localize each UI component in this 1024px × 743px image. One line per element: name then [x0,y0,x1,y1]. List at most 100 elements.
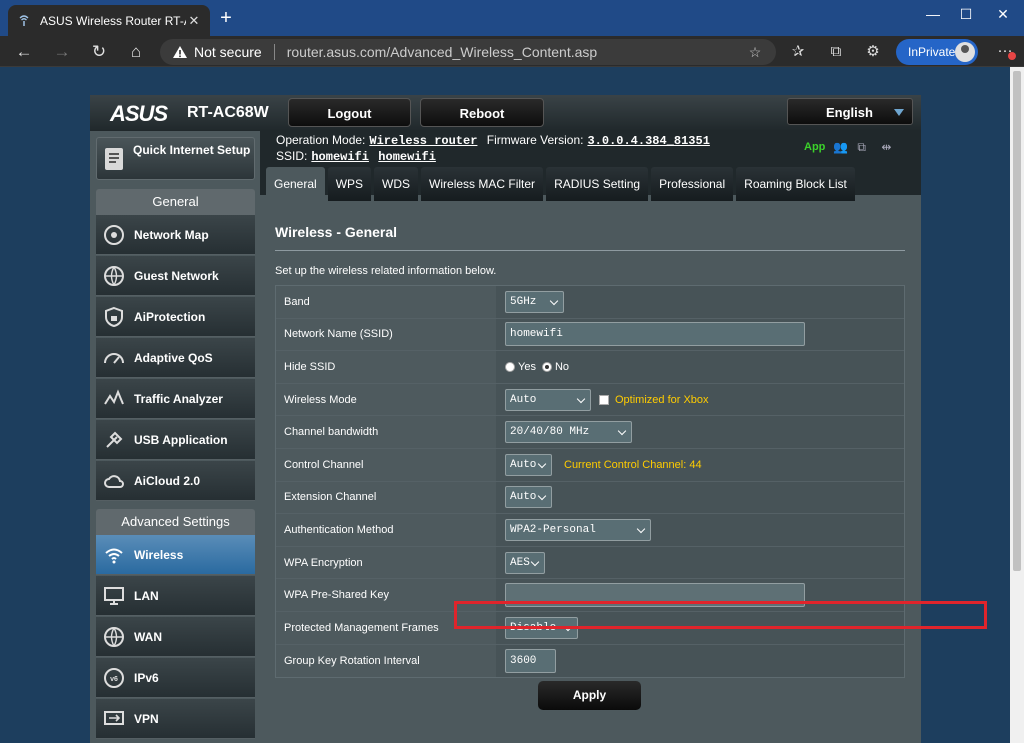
back-button[interactable]: ← [12,40,36,64]
tab-radius-setting[interactable]: RADIUS Setting [546,167,649,201]
extension-channel-select[interactable]: Auto [505,486,552,509]
tab-wds[interactable]: WDS [374,167,419,201]
forward-button[interactable]: → [50,40,74,64]
address-bar: ← → ↻ ⌂ Not secure router.asus.com/Advan… [0,36,1024,67]
wpa-encryption-value: AES [510,556,530,569]
wifi-icon [102,543,126,567]
add-favorite-icon[interactable]: ☆ [746,44,764,61]
chevron-down-icon [530,557,540,566]
scrollbar-thumb[interactable] [1013,71,1021,571]
table-row: Hide SSID Yes No [276,351,904,384]
reboot-button[interactable]: Reboot [420,98,544,127]
gauge-icon [102,346,126,370]
devices-icon[interactable]: ⧉ [857,140,873,154]
wireless-general-panel: Wireless - General Set up the wireless r… [267,201,987,743]
sidebar-item-guest-network[interactable]: Guest Network [96,256,255,296]
sidebar-item-label: IPv6 [134,670,159,685]
quick-internet-setup-button[interactable]: Quick Internet Setup [96,137,255,180]
monitor-icon [102,584,126,608]
control-channel-value: Auto [510,458,537,471]
wireless-mode-label: Wireless Mode [276,383,496,416]
favorites-icon[interactable]: ✰ [786,40,810,64]
ssid-input[interactable]: homewifi [505,322,805,347]
auth-method-select[interactable]: WPA2-Personal [505,518,651,541]
url-text: router.asus.com/Advanced_Wireless_Conten… [286,44,598,60]
wpa-encryption-select[interactable]: AES [505,551,545,574]
advanced-settings-header: Advanced Settings [96,509,255,535]
usb-icon[interactable]: ⇹ [881,140,897,154]
page-scrollbar[interactable] [1010,67,1024,743]
band-value: 5GHz [510,295,537,308]
operation-mode-link[interactable]: Wireless router [369,134,477,148]
table-row: WPA Encryption AES [276,546,904,580]
hide-ssid-no-radio[interactable] [541,361,552,372]
browser-tab[interactable]: ASUS Wireless Router RT-AC68W ✕ [8,5,210,36]
gkri-label: Group Key Rotation Interval [276,644,496,678]
sidebar-item-wireless[interactable]: Wireless [96,535,255,575]
sidebar-item-network-map[interactable]: Network Map [96,215,255,255]
sidebar-item-usb-application[interactable]: USB Application [96,420,255,460]
extension-channel-label: Extension Channel [276,481,496,514]
sidebar-item-label: Traffic Analyzer [134,391,223,406]
tab-general[interactable]: General [266,167,325,201]
sidebar-item-traffic-analyzer[interactable]: Traffic Analyzer [96,379,255,419]
psk-highlight-box [454,601,987,629]
sidebar-item-aicloud[interactable]: AiCloud 2.0 [96,461,255,501]
browser-titlebar: ASUS Wireless Router RT-AC68W ✕ + — ☐ ✕ [0,0,1024,36]
model-name: RT-AC68W [187,104,269,121]
app-link[interactable]: App [804,141,825,153]
tab-close-icon[interactable]: ✕ [186,13,202,29]
puzzle-icon [102,428,126,452]
tab-wps[interactable]: WPS [327,167,372,201]
page-viewport: ASUS RT-AC68W Logout Reboot English Oper… [0,67,1010,743]
tab-title: ASUS Wireless Router RT-AC68W [40,13,186,28]
chevron-down-icon [576,394,586,403]
firmware-link[interactable]: 3.0.0.4.384_81351 [587,134,709,148]
sidebar-item-adaptive-qos[interactable]: Adaptive QoS [96,338,255,378]
table-row: Group Key Rotation Interval 3600 [276,644,904,678]
language-value: English [826,105,873,120]
language-select[interactable]: English [787,98,913,125]
globe-icon [102,264,126,288]
new-tab-button[interactable]: + [216,8,236,28]
tab-wireless-mac-filter[interactable]: Wireless MAC Filter [421,167,544,201]
xbox-checkbox[interactable] [599,394,609,405]
hide-ssid-yes-radio[interactable] [505,361,515,372]
inprivate-badge[interactable]: InPrivate [896,39,978,65]
sidebar-item-wan[interactable]: WAN [96,617,255,657]
extensions-icon[interactable]: ⚙ [861,40,885,64]
close-window-button[interactable]: ✕ [980,0,1024,30]
channel-bandwidth-label: Channel bandwidth [276,416,496,448]
sidebar-item-ipv6[interactable]: v6 IPv6 [96,658,255,698]
refresh-button[interactable]: ↻ [87,40,111,64]
sidebar-item-label: AiCloud 2.0 [134,473,201,488]
tab-roaming-block-list[interactable]: Roaming Block List [736,167,855,201]
tab-professional[interactable]: Professional [651,167,734,201]
wireless-mode-select[interactable]: Auto [505,388,591,411]
sidebar-item-vpn[interactable]: VPN [96,699,255,739]
sidebar-item-label: VPN [134,711,159,726]
table-row: Extension Channel Auto [276,481,904,515]
home-button[interactable]: ⌂ [124,40,148,64]
ssid-field-label: Network Name (SSID) [276,318,496,351]
chevron-down-icon [537,492,547,501]
title-divider [275,250,905,251]
clients-icon[interactable]: 👥 [833,140,849,154]
control-channel-select[interactable]: Auto [505,453,552,476]
sidebar-item-aiprotection[interactable]: AiProtection [96,297,255,337]
sidebar-item-lan[interactable]: LAN [96,576,255,616]
url-field[interactable]: Not secure router.asus.com/Advanced_Wire… [160,39,776,65]
ssid-link-1[interactable]: homewifi [311,150,369,164]
band-select[interactable]: 5GHz [505,290,564,313]
ssid-link-2[interactable]: homewifi [378,150,436,164]
table-row: Network Name (SSID) homewifi [276,318,904,352]
logout-button[interactable]: Logout [288,98,411,127]
channel-bandwidth-select[interactable]: 20/40/80 MHz [505,421,632,444]
collections-icon[interactable]: ⧉ [824,40,848,64]
settings-more-icon[interactable]: ··· [992,36,1018,66]
xbox-label: Optimized for Xbox [615,393,709,406]
gkri-input[interactable]: 3600 [505,648,556,673]
apply-button[interactable]: Apply [538,681,641,710]
channel-bandwidth-value: 20/40/80 MHz [510,426,590,439]
avatar [955,42,975,62]
